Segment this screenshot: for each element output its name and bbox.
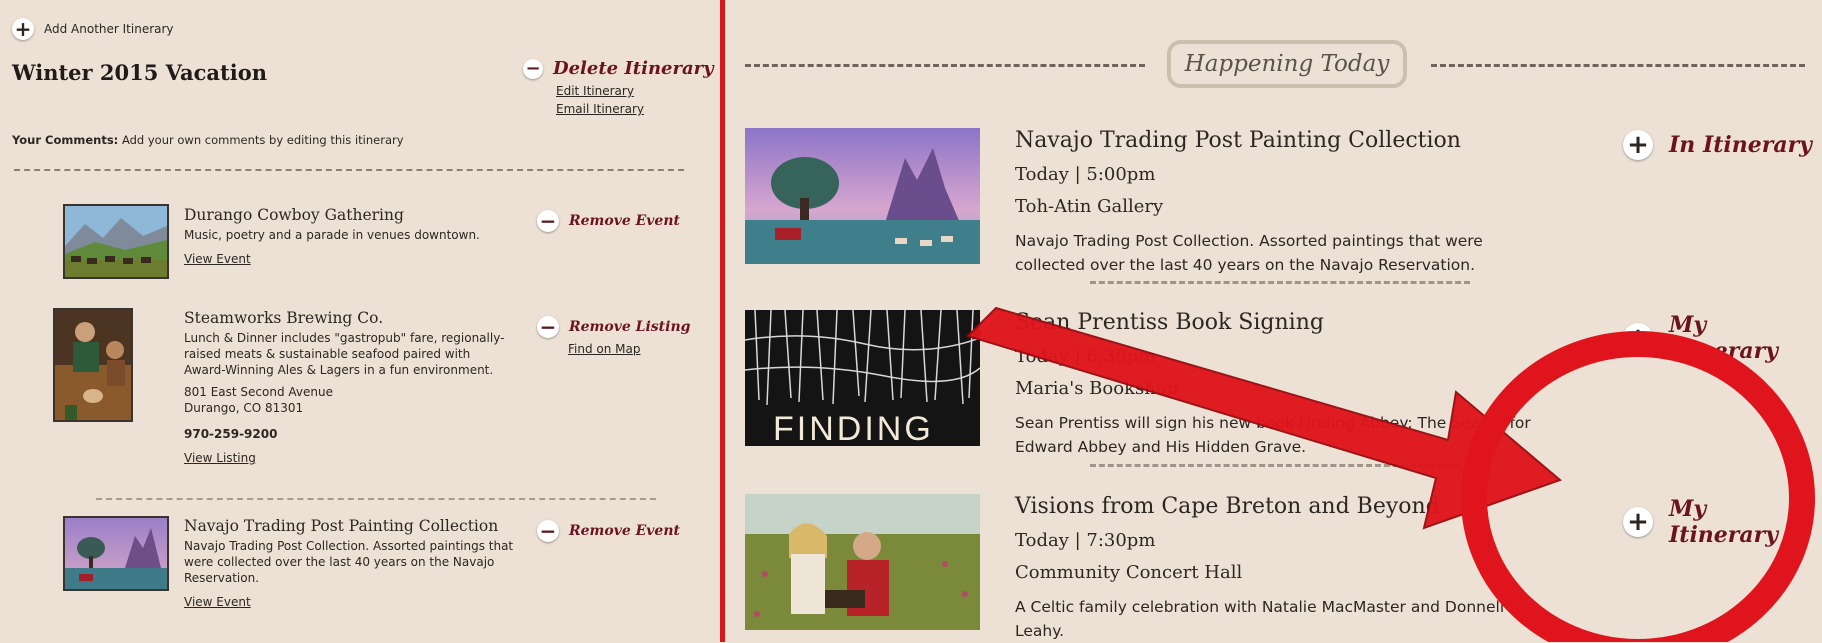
- itinerary-item-description: Music, poetry and a parade in venues dow…: [184, 228, 480, 242]
- remove-listing-button[interactable]: − Remove Listing: [537, 316, 690, 338]
- delete-itinerary-label: Delete Itinerary: [553, 58, 714, 79]
- remove-event-label: Remove Event: [569, 523, 680, 539]
- happening-today-heading: Happening Today: [1167, 40, 1407, 88]
- view-event-link[interactable]: View Event: [184, 594, 251, 610]
- event-venue: Maria's Bookshop: [1015, 378, 1179, 399]
- event-time: Today | 5:00pm: [1015, 164, 1156, 185]
- minus-icon: −: [523, 58, 543, 79]
- event-image[interactable]: [745, 128, 980, 264]
- event-description: Navajo Trading Post Collection. Assorted…: [1015, 232, 1483, 274]
- address-line: Durango, CO 81301: [184, 401, 304, 415]
- event-description: Sean Prentiss will sign his new book Fin…: [1015, 414, 1531, 456]
- add-to-itinerary-button[interactable]: + My Itinerary: [1623, 312, 1822, 364]
- itinerary-item-body: Durango Cowboy Gathering Music, poetry a…: [184, 207, 514, 267]
- remove-event-button[interactable]: − Remove Event: [537, 210, 680, 232]
- header-rule: [1431, 64, 1805, 67]
- event-thumbnail[interactable]: [63, 516, 169, 591]
- itinerary-item-title: Steamworks Brewing Co.: [184, 309, 384, 327]
- event-title[interactable]: Navajo Trading Post Painting Collection: [1015, 128, 1535, 153]
- event-thumbnail[interactable]: [63, 204, 169, 279]
- add-to-itinerary-button[interactable]: + My Itinerary: [1623, 496, 1822, 548]
- event-title[interactable]: Visions from Cape Breton and Beyond: [1015, 494, 1535, 519]
- remove-event-button[interactable]: − Remove Event: [537, 520, 680, 542]
- my-itinerary-label: My Itinerary: [1669, 496, 1779, 548]
- itinerary-item-body: Steamworks Brewing Co. Lunch & Dinner in…: [184, 310, 514, 466]
- event-divider: [1090, 281, 1470, 284]
- itinerary-item-description: Lunch & Dinner includes "gastropub" fare…: [184, 331, 505, 377]
- in-itinerary-button[interactable]: + In Itinerary: [1623, 130, 1812, 160]
- event-time: Today | 7:30pm: [1015, 530, 1156, 551]
- plus-icon: +: [1623, 507, 1653, 537]
- my-itinerary-label: My Itinerary: [1669, 312, 1779, 364]
- comments-text: Add your own comments by editing this it…: [121, 133, 404, 147]
- address-line: 801 East Second Avenue: [184, 385, 333, 399]
- in-itinerary-label: In Itinerary: [1669, 132, 1812, 158]
- edit-itinerary-link[interactable]: Edit Itinerary: [556, 84, 634, 98]
- itinerary-panel: + Add Another Itinerary Winter 2015 Vaca…: [0, 0, 720, 642]
- item-divider: [96, 498, 656, 500]
- event-venue: Toh-Atin Gallery: [1015, 196, 1164, 217]
- delete-itinerary-button[interactable]: − Delete Itinerary: [523, 58, 714, 79]
- listing-thumbnail[interactable]: [53, 308, 133, 422]
- plus-icon: +: [12, 18, 34, 40]
- view-listing-link[interactable]: View Listing: [184, 450, 256, 466]
- event-description: A Celtic family celebration with Natalie…: [1015, 598, 1505, 640]
- itinerary-item-body: Navajo Trading Post Painting Collection …: [184, 518, 514, 610]
- event-body: Visions from Cape Breton and Beyond Toda…: [1015, 494, 1535, 643]
- phone-number: 970-259-9200: [184, 427, 278, 441]
- book-cover-text: FINDING: [773, 410, 934, 446]
- comments-label: Your Comments:: [12, 133, 119, 147]
- remove-event-label: Remove Event: [569, 213, 680, 229]
- event-image[interactable]: FINDING: [745, 310, 980, 446]
- itinerary-item-title: Durango Cowboy Gathering: [184, 206, 404, 224]
- itinerary-title: Winter 2015 Vacation: [12, 60, 267, 85]
- email-itinerary-link[interactable]: Email Itinerary: [556, 102, 644, 116]
- minus-icon: −: [537, 316, 559, 338]
- event-body: Navajo Trading Post Painting Collection …: [1015, 128, 1535, 277]
- section-divider: [14, 169, 684, 171]
- plus-icon: +: [1623, 323, 1653, 353]
- add-itinerary-label: Add Another Itinerary: [44, 22, 174, 36]
- itinerary-item-title: Navajo Trading Post Painting Collection: [184, 517, 499, 535]
- event-body: Sean Prentiss Book Signing Today | 6:30p…: [1015, 310, 1535, 459]
- remove-listing-label: Remove Listing: [569, 319, 691, 335]
- event-time: Today | 6:30pm: [1015, 346, 1156, 367]
- header-rule: [745, 64, 1145, 67]
- itinerary-item-description: Navajo Trading Post Collection. Assorted…: [184, 539, 514, 585]
- plus-icon: +: [1623, 130, 1653, 160]
- minus-icon: −: [537, 210, 559, 232]
- event-image[interactable]: [745, 494, 980, 630]
- itinerary-comments: Your Comments: Add your own comments by …: [12, 133, 404, 147]
- happening-today-panel: Happening Today Navajo Trading Post Pain…: [725, 0, 1822, 642]
- minus-icon: −: [537, 520, 559, 542]
- itinerary-links: Edit Itinerary Email Itinerary: [556, 82, 644, 118]
- add-itinerary-button[interactable]: + Add Another Itinerary: [12, 18, 174, 40]
- view-event-link[interactable]: View Event: [184, 251, 251, 267]
- happening-today-header: Happening Today: [745, 40, 1805, 90]
- event-venue: Community Concert Hall: [1015, 562, 1243, 583]
- event-divider: [1090, 464, 1470, 467]
- find-on-map-link[interactable]: Find on Map: [568, 342, 641, 356]
- event-title[interactable]: Sean Prentiss Book Signing: [1015, 310, 1535, 335]
